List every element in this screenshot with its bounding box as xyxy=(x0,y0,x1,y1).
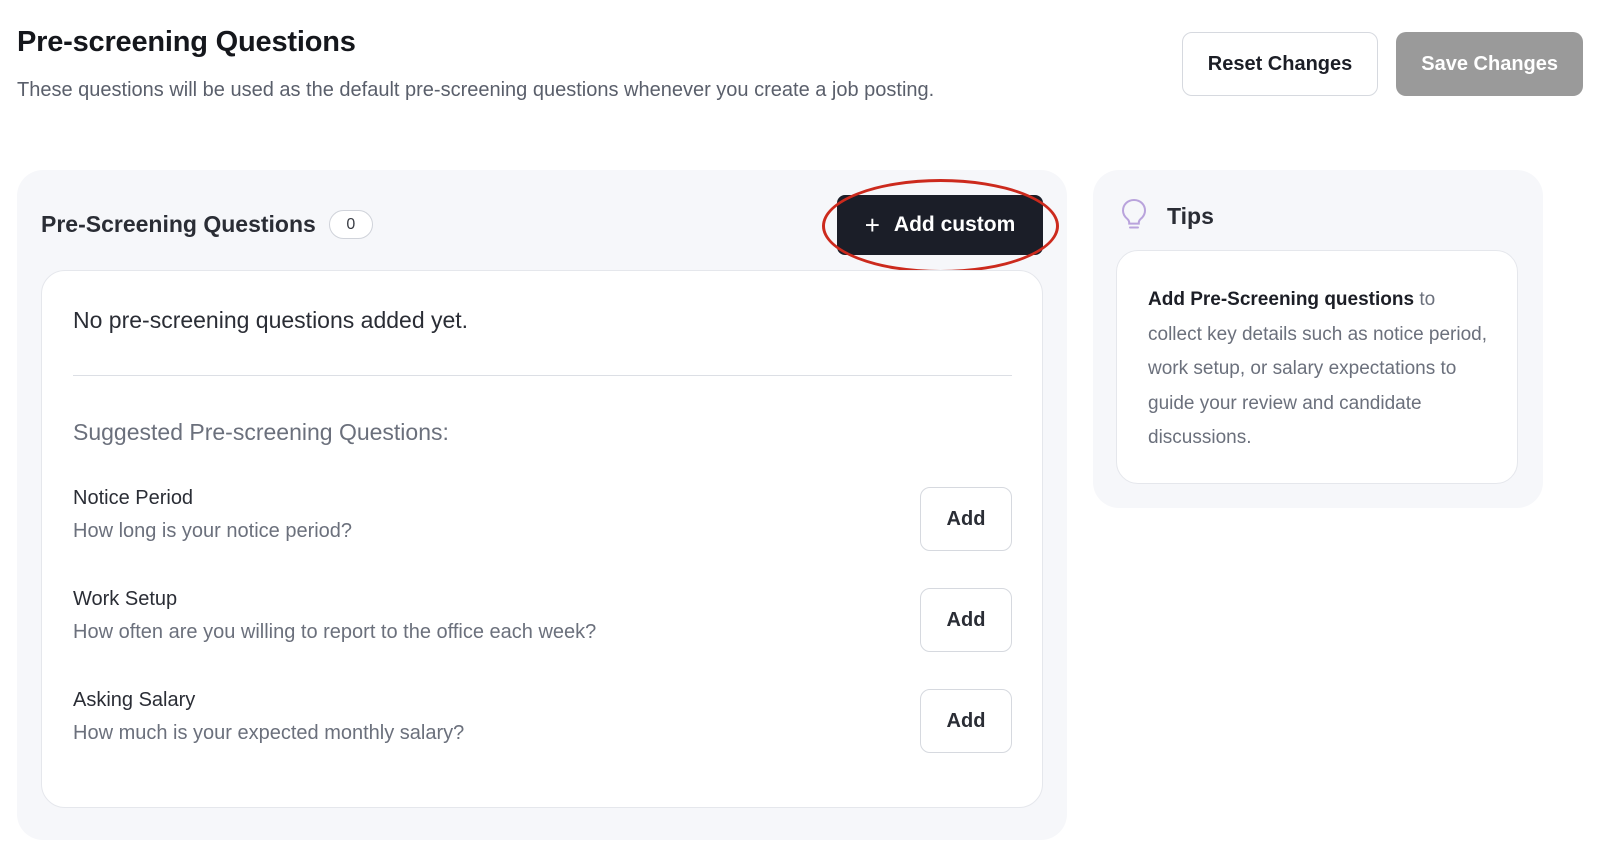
suggestion-label: Work Setup xyxy=(73,588,178,610)
panel-title: Pre-Screening Questions xyxy=(41,211,316,237)
add-custom-button[interactable]: + Add custom xyxy=(837,195,1043,255)
divider xyxy=(73,375,1012,376)
add-custom-label: Add custom xyxy=(893,213,1016,236)
panel-title-row: Pre-Screening Questions 0 xyxy=(41,210,373,239)
page-title: Pre-screening Questions xyxy=(17,26,356,58)
tips-body: Add Pre-Screening questions to collect k… xyxy=(1148,283,1487,456)
tips-card: Add Pre-Screening questions to collect k… xyxy=(1116,250,1518,484)
tips-bold-text: Add Pre-Screening questions xyxy=(1148,289,1415,310)
empty-state-text: No pre-screening questions added yet. xyxy=(73,307,469,333)
suggestion-label: Asking Salary xyxy=(73,689,196,711)
suggestion-question: How long is your notice period? xyxy=(73,520,353,542)
reset-changes-button[interactable]: Reset Changes xyxy=(1181,32,1379,96)
suggestion-item-work-setup: Work Setup How often are you willing to … xyxy=(73,588,1012,654)
tips-panel: Tips Add Pre-Screening questions to coll… xyxy=(1093,170,1543,508)
plus-icon: + xyxy=(864,210,880,240)
suggestion-label: Notice Period xyxy=(73,487,194,509)
tips-body-text: to collect key details such as notice pe… xyxy=(1148,289,1488,448)
suggestion-question: How often are you willing to report to t… xyxy=(73,621,597,643)
add-asking-salary-button[interactable]: Add xyxy=(920,689,1012,753)
suggestion-question: How much is your expected monthly salary… xyxy=(73,722,465,744)
header-actions: Reset Changes Save Changes xyxy=(1181,32,1583,96)
save-changes-button[interactable]: Save Changes xyxy=(1396,32,1583,96)
suggestion-item-asking-salary: Asking Salary How much is your expected … xyxy=(73,689,1012,755)
tips-title: Tips xyxy=(1167,203,1214,229)
tips-header: Tips xyxy=(1121,198,1214,235)
add-notice-period-button[interactable]: Add xyxy=(920,487,1012,551)
suggestion-item-notice-period: Notice Period How long is your notice pe… xyxy=(73,487,1012,553)
suggested-heading: Suggested Pre-screening Questions: xyxy=(73,419,449,445)
page-subtitle: These questions will be used as the defa… xyxy=(17,79,935,101)
questions-panel: Pre-Screening Questions 0 + Add custom N… xyxy=(17,170,1067,840)
add-work-setup-button[interactable]: Add xyxy=(920,588,1012,652)
lightbulb-icon xyxy=(1121,198,1147,235)
question-count-badge: 0 xyxy=(328,210,373,239)
questions-card: No pre-screening questions added yet. Su… xyxy=(41,270,1043,808)
page-header: Pre-screening Questions These questions … xyxy=(17,26,934,102)
